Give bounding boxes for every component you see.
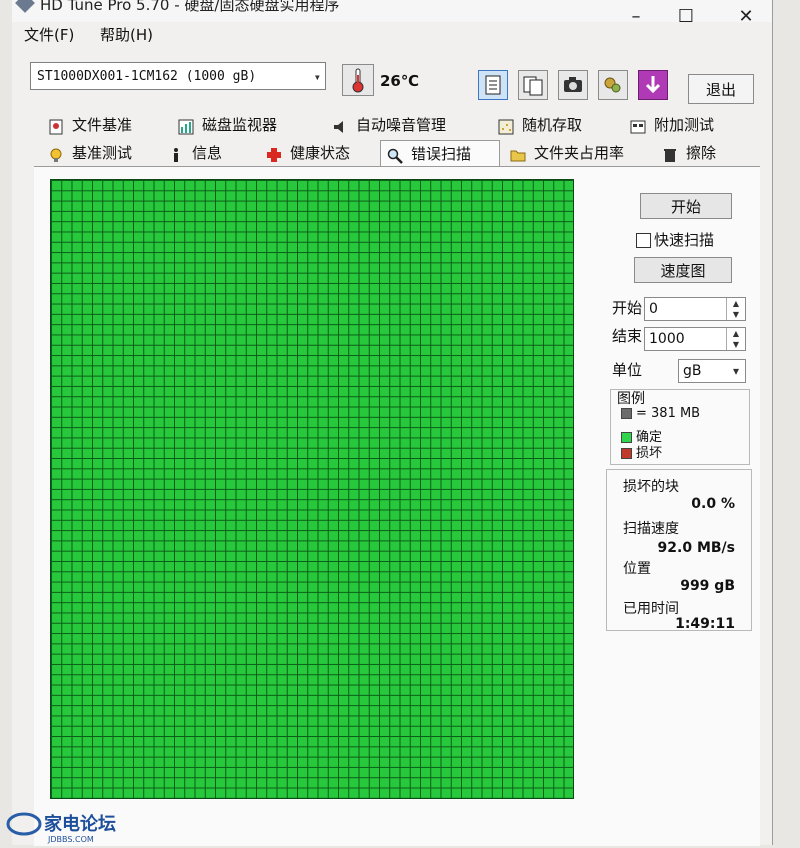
copy-screen-icon[interactable] bbox=[518, 70, 548, 100]
watermark-logo-text: 家电论坛 bbox=[44, 813, 116, 835]
scan-speed-value: 92.0 MB/s bbox=[657, 540, 735, 556]
tab-auto-noise[interactable]: 自动噪音管理 bbox=[326, 112, 446, 138]
copy-info-icon[interactable] bbox=[478, 70, 508, 100]
spinner-arrows-icon[interactable]: ▲ ▼ bbox=[726, 328, 745, 350]
end-input[interactable]: 1000 ▲ ▼ bbox=[644, 327, 746, 351]
magnifier-icon bbox=[387, 146, 403, 164]
legend-title: 图例 bbox=[617, 391, 645, 407]
drive-select[interactable]: ST1000DX001-1CM162 (1000 gB) ▾ bbox=[30, 62, 326, 90]
damaged-blocks-value: 0.0 % bbox=[691, 496, 735, 512]
extra-tests-icon bbox=[630, 117, 646, 134]
end-label: 结束 bbox=[612, 327, 643, 345]
disk-monitor-icon bbox=[178, 117, 194, 135]
forum-watermark: 家电论坛 JDBBS.COM bbox=[4, 806, 134, 844]
start-input-value: 0 bbox=[649, 301, 658, 317]
toolbar: ST1000DX001-1CM162 (1000 gB) ▾ 26℃ 退出 bbox=[12, 52, 772, 104]
exit-button[interactable]: 退出 bbox=[688, 74, 754, 104]
scan-speed-label: 扫描速度 bbox=[623, 521, 679, 537]
unit-select[interactable]: gB ▾ bbox=[678, 359, 746, 383]
save-down-icon[interactable] bbox=[638, 70, 668, 100]
chevron-down-icon: ▾ bbox=[732, 364, 740, 378]
speaker-icon bbox=[332, 117, 348, 133]
speed-map-button[interactable]: 速度图 bbox=[634, 257, 732, 283]
app-window: HD Tune Pro 5.70 - 硬盘/固态硬盘实用程序 – ☐ ✕ 文件(… bbox=[12, 0, 773, 846]
start-input[interactable]: 0 ▲ ▼ bbox=[644, 297, 746, 321]
error-scan-panel: 开始 快速扫描 速度图 开始 0 ▲ ▼ 结束 1000 ▲ ▼ 单位 gB ▾ 图… bbox=[34, 166, 760, 846]
unit-select-value: gB bbox=[683, 363, 702, 379]
tab-benchmark[interactable]: 基准测试 bbox=[42, 140, 132, 166]
tab-health[interactable]: 健康状态 bbox=[260, 140, 350, 166]
info-icon bbox=[168, 145, 184, 162]
tab-row-bottom: 基准测试 信息 健康状态 错误扫描 文件夹占用率 擦除 bbox=[42, 140, 752, 166]
trash-icon bbox=[662, 145, 678, 162]
menu-file[interactable]: 文件(F) bbox=[24, 24, 74, 45]
camera-icon[interactable] bbox=[558, 70, 588, 100]
position-value: 999 gB bbox=[680, 578, 735, 594]
health-cross-icon bbox=[266, 145, 282, 162]
quick-scan-label: 快速扫描 bbox=[654, 231, 715, 249]
chevron-down-icon: ▾ bbox=[313, 70, 321, 84]
tab-file-benchmark[interactable]: 文件基准 bbox=[42, 112, 132, 138]
tab-folder-usage[interactable]: 文件夹占用率 bbox=[504, 140, 624, 166]
benchmark-icon bbox=[48, 145, 64, 162]
drive-select-value: ST1000DX001-1CM162 (1000 gB) bbox=[37, 69, 257, 84]
title-bar: HD Tune Pro 5.70 - 硬盘/固态硬盘实用程序 – ☐ ✕ bbox=[12, 0, 772, 27]
options-icon[interactable] bbox=[598, 70, 628, 100]
tab-row-top: 文件基准 磁盘监视器 自动噪音管理 随机存取 附加测试 bbox=[42, 112, 752, 138]
spinner-arrows-icon[interactable]: ▲ ▼ bbox=[726, 298, 745, 320]
temperature-readout: 26℃ bbox=[380, 72, 420, 90]
scan-stats-box: 损坏的块 0.0 % 扫描速度 92.0 MB/s 位置 999 gB 已用时间… bbox=[606, 469, 752, 632]
legend-block-size: = 381 MB bbox=[621, 406, 700, 421]
damaged-blocks-label: 损坏的块 bbox=[623, 479, 679, 495]
legend-block-swatch bbox=[621, 408, 632, 419]
app-icon bbox=[15, 0, 35, 13]
tab-error-scan[interactable]: 错误扫描 bbox=[380, 140, 500, 166]
elapsed-time-label: 已用时间 bbox=[623, 601, 679, 617]
menu-help[interactable]: 帮助(H) bbox=[100, 24, 153, 45]
thermometer-icon bbox=[342, 64, 374, 96]
position-label: 位置 bbox=[623, 561, 651, 577]
tab-info[interactable]: 信息 bbox=[162, 140, 222, 166]
quick-scan-checkbox[interactable] bbox=[636, 233, 651, 248]
end-input-value: 1000 bbox=[649, 331, 685, 347]
tab-erase[interactable]: 擦除 bbox=[656, 140, 716, 166]
file-benchmark-icon bbox=[48, 117, 64, 135]
folder-icon bbox=[510, 145, 526, 162]
start-label: 开始 bbox=[612, 299, 643, 317]
legend-bad-swatch bbox=[621, 448, 632, 459]
legend-bad: 损坏 bbox=[621, 442, 662, 461]
random-access-icon bbox=[498, 117, 514, 135]
tab-disk-monitor[interactable]: 磁盘监视器 bbox=[172, 112, 277, 138]
watermark-logo-sub: JDBBS.COM bbox=[47, 835, 94, 844]
elapsed-time-value: 1:49:11 bbox=[675, 616, 735, 632]
scan-block-grid bbox=[50, 179, 574, 799]
tab-random-access[interactable]: 随机存取 bbox=[492, 112, 582, 138]
menu-bar: 文件(F) 帮助(H) bbox=[12, 22, 772, 46]
start-scan-button[interactable]: 开始 bbox=[640, 193, 732, 219]
tab-extra-tests[interactable]: 附加测试 bbox=[624, 112, 714, 138]
legend-box: 图例 = 381 MB 确定 损坏 bbox=[610, 389, 750, 465]
window-title: HD Tune Pro 5.70 - 硬盘/固态硬盘实用程序 bbox=[40, 0, 340, 14]
unit-label: 单位 bbox=[612, 361, 643, 379]
